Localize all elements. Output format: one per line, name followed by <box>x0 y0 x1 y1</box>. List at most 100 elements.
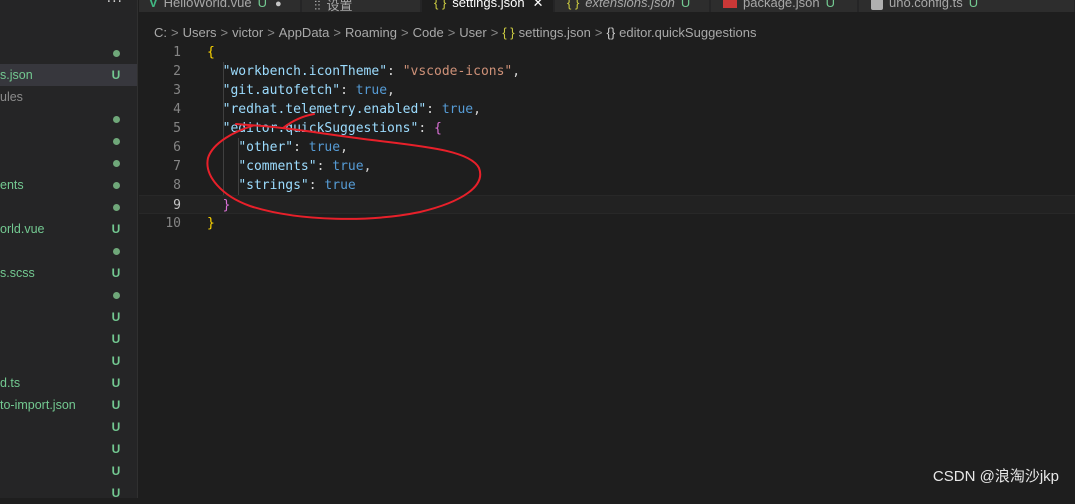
uno-icon <box>871 0 883 10</box>
tab-uno-config-ts[interactable]: uno.config.ts U <box>859 0 1075 12</box>
file-tree-item[interactable] <box>0 240 137 262</box>
code-line[interactable]: 4 "redhat.telemetry.enabled": true, <box>139 100 1075 119</box>
code-line[interactable]: 5 "editor.quickSuggestions": { <box>139 119 1075 138</box>
file-tree-item[interactable]: s.scss U <box>0 262 137 284</box>
breadcrumb-item[interactable]: Code <box>413 25 444 40</box>
breadcrumb-separator-icon: > <box>333 25 341 40</box>
code-line[interactable]: 10} <box>139 214 1075 233</box>
file-tree-item[interactable]: U <box>0 438 137 460</box>
tab-helloworld-vue[interactable]: V HelloWorld.vue U ● <box>139 0 301 12</box>
line-number: 2 <box>173 64 181 79</box>
file-tree-item[interactable]: U <box>0 350 137 372</box>
breadcrumb-separator-icon: > <box>447 25 456 40</box>
code-line[interactable]: 2 "workbench.iconTheme": "vscode-icons", <box>139 62 1075 81</box>
unsaved-dot-icon[interactable]: ● <box>275 0 282 10</box>
vue-icon: V <box>149 0 158 10</box>
file-tree-item[interactable]: to-import.json U <box>0 394 137 416</box>
json-file-icon: { } <box>502 25 515 40</box>
untracked-badge: U <box>111 376 121 390</box>
untracked-badge: U <box>111 398 121 412</box>
untracked-badge: U <box>111 222 121 236</box>
code-token: true <box>324 178 356 193</box>
code-line[interactable]: 7 "comments": true, <box>139 157 1075 176</box>
code-token: } <box>207 216 215 231</box>
breadcrumb-separator-icon: > <box>171 25 179 40</box>
file-tree-item[interactable] <box>0 130 137 152</box>
file-tree-item[interactable] <box>0 108 137 130</box>
tab-package-json[interactable]: package.json U <box>711 0 858 12</box>
breadcrumb-item[interactable]: C: <box>154 25 167 40</box>
modified-dot-icon <box>113 204 120 211</box>
line-number: 8 <box>173 178 181 193</box>
breadcrumb-item[interactable]: User <box>459 25 486 40</box>
breadcrumb-separator-icon: > <box>267 25 275 40</box>
breadcrumb-separator-icon: > <box>594 25 603 40</box>
npm-icon <box>723 0 737 9</box>
code-line[interactable]: 3 "git.autofetch": true, <box>139 81 1075 100</box>
file-tree-item[interactable] <box>0 152 137 174</box>
line-number: 9 <box>173 198 181 213</box>
file-tree-item[interactable]: U <box>0 416 137 438</box>
breadcrumb-item[interactable]: editor.quickSuggestions <box>619 25 756 40</box>
code-line[interactable]: 8 "strings": true <box>139 176 1075 195</box>
more-actions-icon[interactable]: ··· <box>107 0 123 10</box>
code-editor[interactable]: 1{2 "workbench.iconTheme": "vscode-icons… <box>139 43 1075 498</box>
explorer-sidebar: ··· s.json Uules ents orld.vue Us.scss U U U Ud.… <box>0 0 138 500</box>
file-name: orld.vue <box>0 222 45 236</box>
file-tree-item[interactable] <box>0 284 137 306</box>
file-name: s.scss <box>0 266 35 280</box>
line-number: 4 <box>173 102 181 117</box>
code-token: , <box>340 140 348 155</box>
code-text: "redhat.telemetry.enabled": true, <box>207 100 481 119</box>
code-token: { <box>207 45 215 60</box>
code-text: "workbench.iconTheme": "vscode-icons", <box>207 62 520 81</box>
file-tree-item[interactable]: d.ts U <box>0 372 137 394</box>
code-line[interactable]: 1{ <box>139 43 1075 62</box>
line-number: 1 <box>173 45 181 60</box>
file-name: ules <box>0 90 23 104</box>
untracked-badge: U <box>111 354 121 368</box>
breadcrumb-item[interactable]: victor <box>232 25 263 40</box>
file-tree-item[interactable] <box>0 42 137 64</box>
tab-settings-json[interactable]: { } settings.json ✕ <box>422 0 554 12</box>
code-token: "comments" <box>238 159 317 174</box>
code-line[interactable]: 9 } <box>139 195 1075 214</box>
tab-label: extensions.json <box>585 0 675 10</box>
modified-dot-icon <box>113 50 120 57</box>
tab-settings-ui[interactable]: ⫶⫶ 设置 <box>302 0 421 12</box>
code-line[interactable]: 6 "other": true, <box>139 138 1075 157</box>
tab-extensions-json[interactable]: { } extensions.json U <box>555 0 710 12</box>
file-tree-item[interactable]: U <box>0 328 137 350</box>
file-tree-item[interactable]: ules <box>0 86 137 108</box>
code-token: , <box>363 159 372 174</box>
file-tree-item[interactable]: ents <box>0 174 137 196</box>
code-token: "strings" <box>238 178 309 193</box>
untracked-badge: U <box>111 464 121 478</box>
file-tree-item[interactable]: orld.vue U <box>0 218 137 240</box>
close-tab-icon[interactable]: ✕ <box>533 0 544 10</box>
file-tree-item[interactable]: s.json U <box>0 64 137 86</box>
breadcrumb-item[interactable]: settings.json <box>519 25 591 40</box>
code-text: } <box>207 214 215 233</box>
breadcrumb-item[interactable]: AppData <box>279 25 330 40</box>
code-token: : <box>426 102 442 117</box>
tab-label: 设置 <box>326 0 353 12</box>
code-token: "git.autofetch" <box>222 83 341 98</box>
watermark: CSDN @浪淘沙jkp <box>932 468 1059 485</box>
file-tree-item[interactable]: U <box>0 460 137 482</box>
json-object-icon: {} <box>606 25 616 40</box>
file-tree-item[interactable]: U <box>0 482 137 504</box>
breadcrumb-item[interactable]: Roaming <box>345 25 397 40</box>
code-text: "comments": true, <box>207 157 371 176</box>
file-tree-item[interactable]: U <box>0 306 137 328</box>
breadcrumb-item[interactable]: Users <box>183 25 217 40</box>
code-token: : <box>418 121 434 136</box>
code-text: "strings": true <box>207 176 356 195</box>
untracked-badge: U <box>111 442 121 456</box>
line-number: 10 <box>165 216 181 231</box>
code-token: : <box>387 64 403 79</box>
file-tree-item[interactable] <box>0 196 137 218</box>
